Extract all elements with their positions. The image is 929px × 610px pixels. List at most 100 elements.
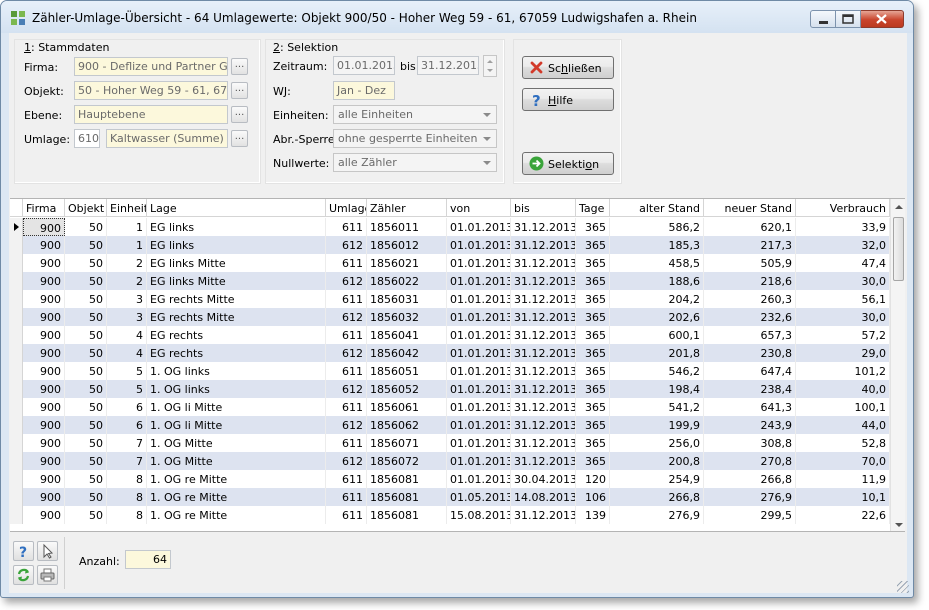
table-cell[interactable]: 541,2 [610, 398, 704, 416]
table-cell[interactable]: 365 [576, 344, 610, 362]
table-cell[interactable]: 900 [23, 362, 65, 380]
table-cell[interactable]: 1856031 [367, 290, 447, 308]
table-cell[interactable]: EG rechts [147, 326, 326, 344]
einheiten-select[interactable]: alle Einheiten [333, 105, 497, 124]
table-row[interactable]: 900 50 7 1. OG Mitte 611 1856071 01.01.2013 31.… [10, 434, 890, 452]
column-header[interactable]: Umlage [326, 199, 367, 217]
column-header[interactable]: Einheit [107, 199, 147, 217]
table-cell[interactable]: 30,0 [796, 272, 890, 290]
table-cell[interactable]: 31.12.2013 [511, 452, 576, 470]
table-cell[interactable]: 31.12.2013 [511, 290, 576, 308]
table-cell[interactable]: 11,9 [796, 470, 890, 488]
table-cell[interactable]: 31.12.2013 [511, 236, 576, 254]
table-cell[interactable]: 900 [23, 398, 65, 416]
table-row[interactable]: 900 50 4 EG rechts 611 1856041 01.01.2013 31.12… [10, 326, 890, 344]
table-cell[interactable]: 611 [326, 362, 367, 380]
table-cell[interactable]: 8 [107, 470, 147, 488]
table-cell[interactable]: 365 [576, 236, 610, 254]
firma-lookup-button[interactable]: ... [231, 58, 248, 75]
ebene-lookup-button[interactable]: ... [231, 106, 248, 123]
row-indicator[interactable] [10, 272, 23, 290]
table-cell[interactable]: 01.01.2013 [447, 326, 511, 344]
table-cell[interactable]: 50 [65, 398, 107, 416]
table-cell[interactable]: 1856032 [367, 308, 447, 326]
table-cell[interactable]: 50 [65, 416, 107, 434]
table-cell[interactable]: 52,8 [796, 434, 890, 452]
table-cell[interactable]: 458,5 [610, 254, 704, 272]
column-header[interactable]: von [447, 199, 511, 217]
table-cell[interactable]: 50 [65, 272, 107, 290]
table-cell[interactable]: 40,0 [796, 380, 890, 398]
table-cell[interactable]: 6 [107, 398, 147, 416]
table-cell[interactable]: 31.12.2013 [511, 434, 576, 452]
table-row[interactable]: 900 50 5 1. OG links 612 1856052 01.01.2013 31.… [10, 380, 890, 398]
table-cell[interactable]: 365 [576, 290, 610, 308]
umlage-lookup-button[interactable]: ... [231, 130, 248, 147]
table-cell[interactable]: 217,3 [704, 236, 796, 254]
table-cell[interactable]: 1856061 [367, 398, 447, 416]
row-indicator[interactable] [10, 488, 23, 506]
column-header[interactable]: Objekt [65, 199, 107, 217]
table-cell[interactable]: 365 [576, 218, 610, 236]
table-cell[interactable]: 31.12.2013 [511, 398, 576, 416]
table-cell[interactable]: 612 [326, 272, 367, 290]
table-cell[interactable]: 612 [326, 344, 367, 362]
table-cell[interactable]: 70,0 [796, 452, 890, 470]
table-cell[interactable]: 1856041 [367, 326, 447, 344]
table-cell[interactable]: 365 [576, 254, 610, 272]
table-cell[interactable]: 1. OG li Mitte [147, 398, 326, 416]
table-cell[interactable]: 600,1 [610, 326, 704, 344]
table-cell[interactable]: 365 [576, 362, 610, 380]
table-cell[interactable]: 900 [23, 326, 65, 344]
table-cell[interactable]: 270,8 [704, 452, 796, 470]
table-cell[interactable]: 6 [107, 416, 147, 434]
table-cell[interactable]: 308,8 [704, 434, 796, 452]
table-cell[interactable]: 611 [326, 506, 367, 524]
table-cell[interactable]: 1. OG links [147, 362, 326, 380]
table-cell[interactable]: 1856021 [367, 254, 447, 272]
selektion-button[interactable]: Selektion [522, 152, 614, 175]
table-cell[interactable]: 611 [326, 254, 367, 272]
table-cell[interactable]: 15.08.2013 [447, 506, 511, 524]
table-cell[interactable]: 8 [107, 506, 147, 524]
table-cell[interactable]: EG links Mitte [147, 254, 326, 272]
table-cell[interactable]: EG rechts Mitte [147, 290, 326, 308]
table-cell[interactable]: 1856081 [367, 470, 447, 488]
minimize-button[interactable] [810, 10, 836, 28]
table-cell[interactable]: 01.01.2013 [447, 416, 511, 434]
table-cell[interactable]: 101,2 [796, 362, 890, 380]
table-cell[interactable]: 57,2 [796, 326, 890, 344]
table-cell[interactable]: 266,8 [704, 470, 796, 488]
table-cell[interactable]: 900 [23, 254, 65, 272]
table-cell[interactable]: 8 [107, 488, 147, 506]
scroll-up-icon[interactable] [895, 205, 903, 209]
row-indicator[interactable] [10, 362, 23, 380]
table-cell[interactable]: 900 [23, 452, 65, 470]
table-cell[interactable]: 50 [65, 308, 107, 326]
row-indicator[interactable] [10, 416, 23, 434]
table-cell[interactable]: 900 [23, 344, 65, 362]
maximize-button[interactable] [836, 10, 861, 28]
table-cell[interactable]: 4 [107, 344, 147, 362]
table-cell[interactable]: 365 [576, 398, 610, 416]
table-cell[interactable]: 611 [326, 434, 367, 452]
table-row[interactable]: 900 50 3 EG rechts Mitte 611 1856031 01.01.201… [10, 290, 890, 308]
table-cell[interactable]: 201,8 [610, 344, 704, 362]
data-grid[interactable]: FirmaObjektEinheitLageUmlageZählervonbis… [10, 198, 905, 532]
umlage-field[interactable]: Kaltwasser (Summe) [106, 129, 228, 148]
table-cell[interactable]: 31.12.2013 [511, 506, 576, 524]
table-row[interactable]: 900 50 7 1. OG Mitte 612 1856072 01.01.2013 31.… [10, 452, 890, 470]
table-cell[interactable]: 1856081 [367, 488, 447, 506]
vertical-scrollbar[interactable] [890, 199, 905, 531]
table-cell[interactable]: 657,3 [704, 326, 796, 344]
table-cell[interactable]: EG links Mitte [147, 272, 326, 290]
table-cell[interactable]: 50 [65, 470, 107, 488]
table-cell[interactable]: 900 [23, 416, 65, 434]
table-cell[interactable]: 218,6 [704, 272, 796, 290]
table-cell[interactable]: 31.12.2013 [511, 308, 576, 326]
column-header[interactable]: Lage [147, 199, 326, 217]
table-cell[interactable]: 900 [23, 308, 65, 326]
table-cell[interactable]: 01.01.2013 [447, 452, 511, 470]
table-cell[interactable]: 505,9 [704, 254, 796, 272]
table-cell[interactable]: 900 [23, 218, 65, 236]
